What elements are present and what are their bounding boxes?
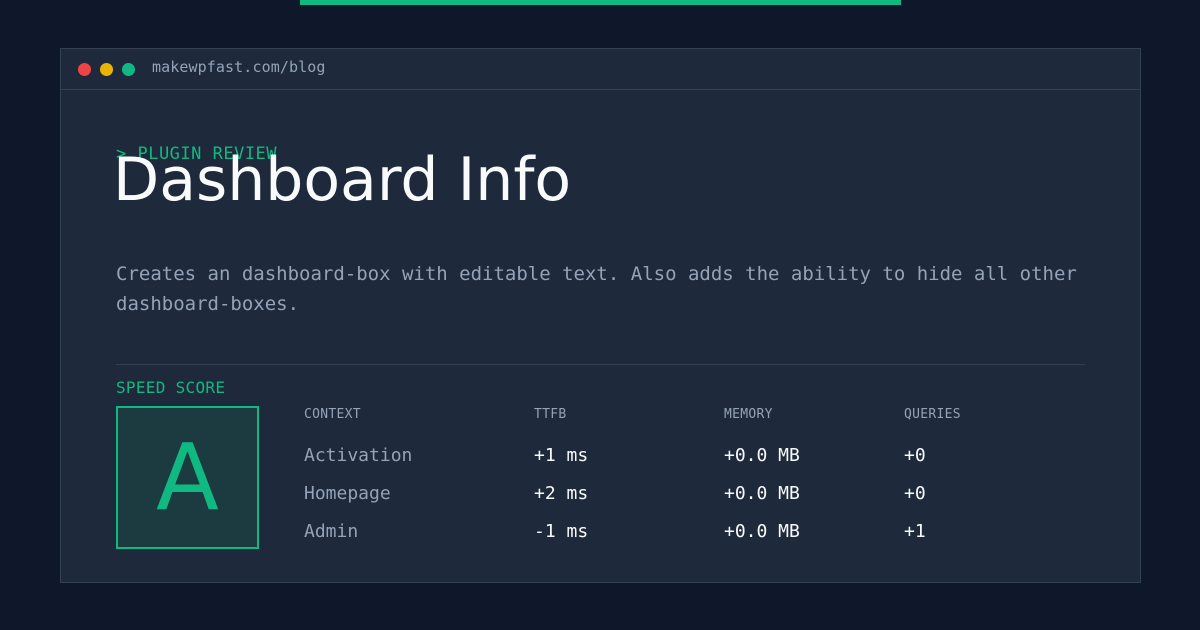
row-activation-queries: +0 [904, 445, 926, 466]
row-activation-ttfb: +1 ms [534, 445, 589, 466]
column-header-ttfb: TTFB [534, 407, 567, 422]
speed-grade-badge: A [116, 406, 259, 549]
speed-score-label: SPEED SCORE [116, 378, 226, 397]
minimize-dot-icon[interactable] [100, 63, 113, 76]
top-accent-bar [300, 0, 901, 5]
speed-grade-letter: A [156, 423, 219, 531]
plugin-description: Creates an dashboard-box with editable t… [116, 263, 1077, 315]
maximize-dot-icon[interactable] [122, 63, 135, 76]
browser-window: makewpfast.com/blog > PLUGIN REVIEW Dash… [60, 48, 1141, 583]
window-titlebar: makewpfast.com/blog [61, 49, 1140, 90]
row-activation-memory: +0.0 MB [724, 445, 800, 466]
row-homepage-ttfb: +2 ms [534, 483, 589, 504]
divider [116, 364, 1085, 365]
row-homepage-context: Homepage [304, 483, 391, 504]
column-header-memory: MEMORY [724, 407, 773, 422]
row-activation-context: Activation [304, 445, 413, 466]
row-admin-context: Admin [304, 521, 359, 542]
column-header-queries: QUERIES [904, 407, 961, 422]
column-header-context: CONTEXT [304, 407, 361, 422]
row-admin-ttfb: -1 ms [534, 521, 589, 542]
row-homepage-memory: +0.0 MB [724, 483, 800, 504]
url-text: makewpfast.com/blog [152, 58, 326, 76]
close-dot-icon[interactable] [78, 63, 91, 76]
row-admin-queries: +1 [904, 521, 926, 542]
row-homepage-queries: +0 [904, 483, 926, 504]
page-title: Dashboard Info [113, 145, 572, 215]
row-admin-memory: +0.0 MB [724, 521, 800, 542]
